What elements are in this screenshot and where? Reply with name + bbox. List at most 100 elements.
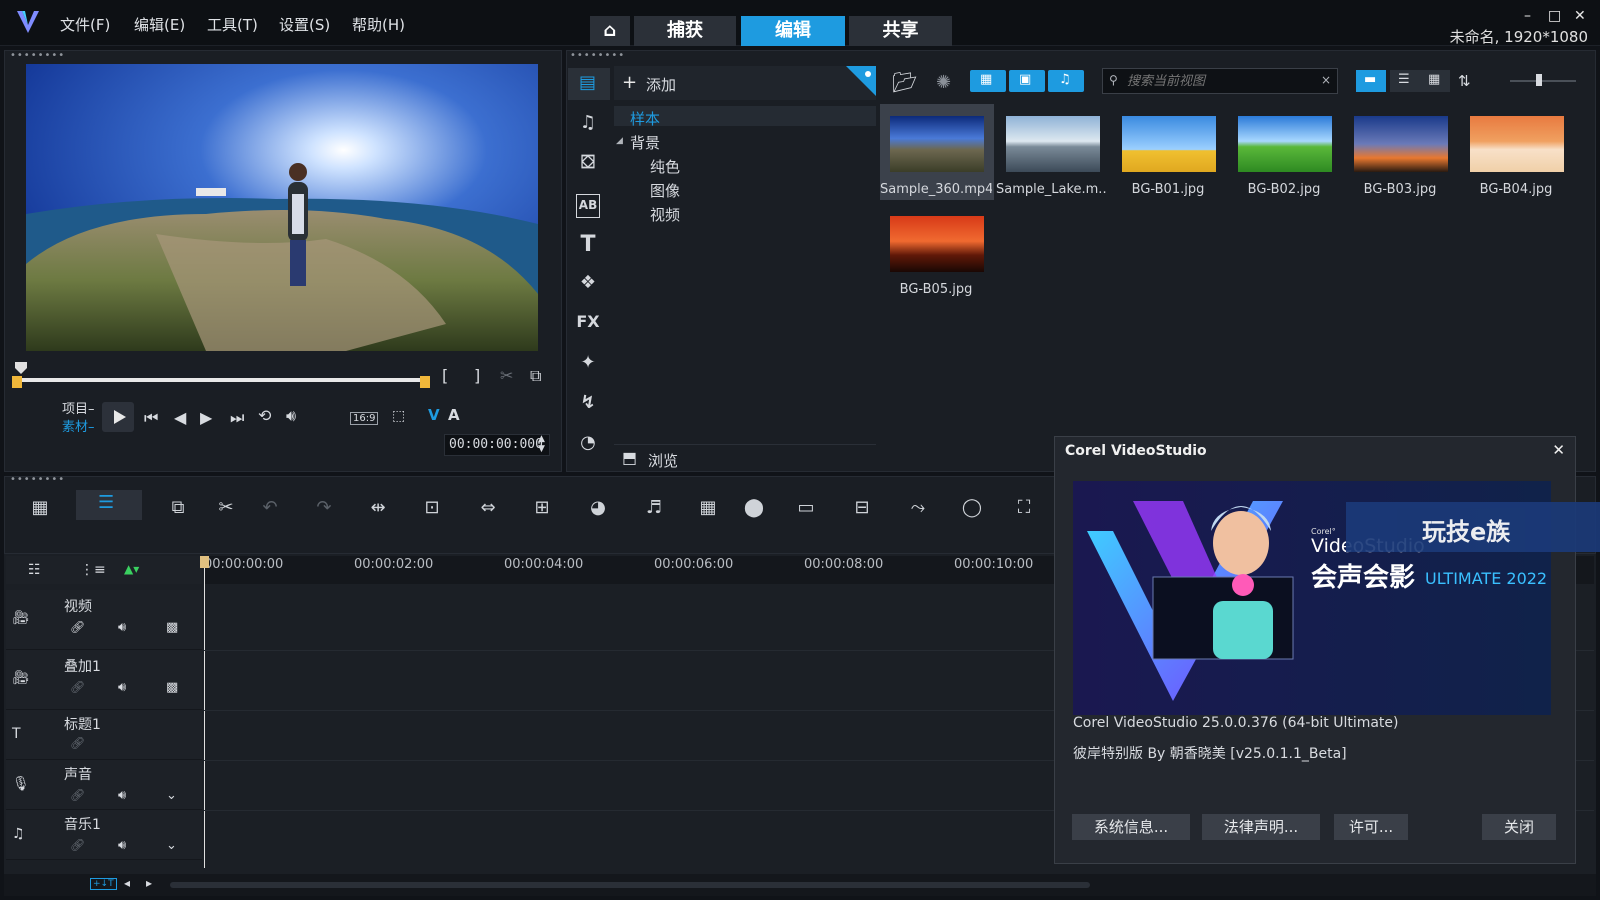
- split-screen-icon[interactable]: ⊟: [848, 494, 876, 522]
- trim-in-handle[interactable]: [12, 376, 22, 388]
- media-item[interactable]: Sample_360.mp4: [880, 104, 994, 200]
- record-screen-icon[interactable]: ⊡: [418, 494, 446, 522]
- volume-icon[interactable]: 🔊︎: [286, 406, 296, 426]
- media-item[interactable]: BG-B02.jpg: [1228, 104, 1340, 200]
- clear-search-icon[interactable]: ×: [1321, 73, 1331, 87]
- add-folder-button[interactable]: 添加: [646, 74, 676, 95]
- tab-edit[interactable]: 编辑: [741, 16, 845, 46]
- track-header[interactable]: 🎙︎ 声音 🔗︎ 🔊︎ ⌄: [6, 760, 202, 810]
- tree-item-video[interactable]: 视频: [650, 204, 680, 225]
- mark-in-button[interactable]: [: [442, 366, 448, 385]
- mute-icon[interactable]: 🔊︎: [118, 620, 126, 635]
- multicam-icon[interactable]: ▦: [694, 494, 722, 522]
- checker-icon[interactable]: ▩: [166, 620, 178, 635]
- tree-item-background[interactable]: 背景: [630, 132, 660, 153]
- path-icon[interactable]: ↯: [576, 392, 600, 416]
- video-toggle[interactable]: V: [428, 406, 440, 424]
- sort-icon[interactable]: ⇅: [1458, 72, 1471, 90]
- text-ab-icon[interactable]: AB: [576, 194, 600, 218]
- expand-icon[interactable]: ⌄: [166, 788, 177, 803]
- checker-icon[interactable]: ▩: [166, 680, 178, 695]
- close-window-button[interactable]: ✕: [1574, 8, 1586, 24]
- mute-icon[interactable]: 🔊︎: [118, 838, 126, 853]
- trim-bar[interactable]: [16, 378, 426, 382]
- subtitle-icon[interactable]: ▭: [792, 494, 820, 522]
- split-clip-icon[interactable]: ✂: [500, 366, 513, 385]
- view-large-thumb-button[interactable]: ▬: [1356, 70, 1386, 92]
- track-manager-icon[interactable]: ⧉: [164, 494, 192, 522]
- display-mode-icon[interactable]: ⬚: [392, 408, 405, 424]
- mode-project[interactable]: 项目–: [62, 398, 95, 417]
- show-audio-toggle[interactable]: ♫: [1048, 70, 1084, 92]
- system-info-button[interactable]: 系统信息...: [1072, 814, 1190, 840]
- aspect-ratio-button[interactable]: 16:9: [350, 412, 379, 425]
- link-icon[interactable]: 🔗︎: [70, 620, 85, 634]
- dialog-close-icon[interactable]: ✕: [1552, 441, 1565, 459]
- panel-grip[interactable]: ••••••••: [10, 50, 65, 61]
- view-list-button[interactable]: ☰: [1390, 70, 1420, 92]
- color-grading-icon[interactable]: ◕: [584, 494, 612, 522]
- transition-icon[interactable]: ⛋: [576, 152, 600, 176]
- maximize-button[interactable]: □: [1548, 8, 1561, 24]
- graphics-icon[interactable]: ❖: [576, 272, 600, 296]
- storyboard-view-icon[interactable]: ▦: [26, 494, 54, 522]
- track-header[interactable]: T 标题1 🔗︎: [6, 710, 202, 760]
- menu-file[interactable]: 文件(F): [60, 14, 110, 35]
- track-header[interactable]: 🎥︎ 视频 🔗︎ 🔊︎ ▩: [6, 590, 202, 650]
- search-input[interactable]: [1127, 71, 1317, 91]
- tree-item-solid[interactable]: 纯色: [650, 156, 680, 177]
- browse-icon[interactable]: ⬒: [622, 448, 637, 467]
- import-folder-icon[interactable]: 📂︎: [892, 70, 917, 94]
- panel-grip[interactable]: ••••••••: [570, 50, 625, 61]
- go-to-start-icon[interactable]: ⏮: [144, 408, 158, 428]
- auto-music-icon[interactable]: ◯: [958, 494, 986, 522]
- fx-icon[interactable]: FX: [576, 312, 600, 336]
- link-icon[interactable]: 🔗︎: [70, 736, 85, 750]
- previous-frame-icon[interactable]: ◀: [174, 408, 186, 427]
- thumbnail-size-handle[interactable]: [1536, 74, 1542, 86]
- 360-view-icon[interactable]: ✺: [936, 72, 951, 93]
- crop-icon[interactable]: ⊞: [528, 494, 556, 522]
- mode-clip[interactable]: 素材–: [62, 416, 95, 435]
- link-icon[interactable]: 🔗︎: [70, 788, 85, 802]
- track-options-icon[interactable]: ⋮≡: [80, 562, 106, 578]
- show-photo-toggle[interactable]: ▣: [1009, 70, 1045, 92]
- add-track-icon[interactable]: +↓T: [90, 878, 117, 890]
- show-video-toggle[interactable]: ▦: [970, 70, 1006, 92]
- playhead-handle[interactable]: [200, 556, 209, 568]
- expand-icon[interactable]: ⌄: [166, 838, 177, 853]
- track-header[interactable]: ♫ 音乐1 🔗︎ 🔊︎ ⌄: [6, 810, 202, 860]
- scroll-right-icon[interactable]: ▸: [146, 876, 152, 890]
- dialog-close-button[interactable]: 关闭: [1482, 814, 1556, 840]
- audio-mixer-icon[interactable]: ♬: [640, 494, 668, 522]
- add-icon[interactable]: +: [622, 72, 637, 93]
- scroll-left-icon[interactable]: ◂: [124, 876, 130, 890]
- tab-capture[interactable]: 捕获: [634, 16, 736, 46]
- timeline-view-button[interactable]: ☰: [76, 490, 142, 520]
- motion-tracking-icon[interactable]: ⤳: [904, 494, 932, 522]
- tree-item-image[interactable]: 图像: [650, 180, 680, 201]
- minimize-button[interactable]: –: [1524, 8, 1531, 24]
- media-item[interactable]: BG-B01.jpg: [1112, 104, 1224, 200]
- timecode-stepper[interactable]: ▲ ▼: [538, 434, 545, 454]
- search-box[interactable]: ⚲ ×: [1102, 68, 1338, 94]
- speed-gauge-icon[interactable]: ◔: [576, 432, 600, 456]
- media-item[interactable]: BG-B04.jpg: [1460, 104, 1572, 200]
- play-button[interactable]: [102, 402, 134, 432]
- menu-settings[interactable]: 设置(S): [279, 14, 330, 35]
- ripple-edit-icon[interactable]: ▲▾: [124, 562, 139, 576]
- split-icon[interactable]: ⇔: [474, 494, 502, 522]
- browse-button[interactable]: 浏览: [648, 450, 678, 471]
- media-tab-active[interactable]: ▤: [568, 68, 610, 100]
- menu-edit[interactable]: 编辑(E): [134, 14, 185, 35]
- menu-tools[interactable]: 工具(T): [207, 14, 258, 35]
- media-item[interactable]: BG-B05.jpg: [880, 204, 992, 300]
- mask-icon[interactable]: ⬤: [740, 494, 768, 522]
- magic-wand-icon[interactable]: ✦: [576, 352, 600, 376]
- instant-project-icon[interactable]: ♫: [576, 112, 600, 136]
- timeline-scrollbar[interactable]: [170, 882, 1090, 888]
- home-button[interactable]: ⌂: [590, 16, 630, 46]
- tree-item-sample[interactable]: 样本: [630, 108, 660, 129]
- thumbnail-size-slider[interactable]: [1510, 80, 1576, 82]
- media-item[interactable]: BG-B03.jpg: [1344, 104, 1456, 200]
